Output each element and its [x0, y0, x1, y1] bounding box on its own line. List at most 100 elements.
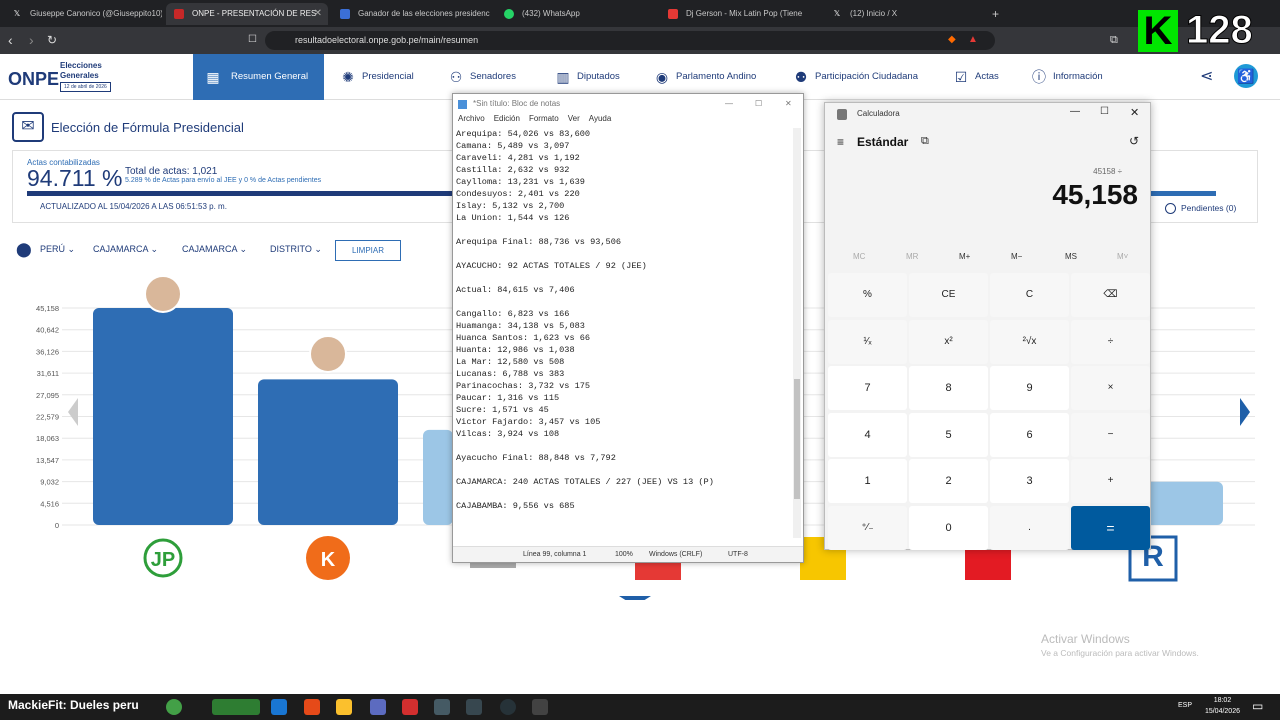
digit-9-button[interactable]: 9 — [990, 366, 1069, 410]
browser-tab-active[interactable]: ONPE - PRESENTACIÓN DE RES ✕ — [166, 3, 328, 25]
digit-6-button[interactable]: 6 — [990, 412, 1069, 457]
app-icon[interactable] — [402, 699, 418, 715]
calculator-taskbar-icon[interactable] — [466, 699, 482, 715]
divide-button[interactable]: ÷ — [1071, 319, 1150, 364]
browser-tab[interactable]: Dj Gerson - Mix Latin Pop (Tiene — [660, 3, 820, 25]
memory-button[interactable]: MS — [1065, 252, 1077, 261]
scrollbar-thumb[interactable] — [794, 379, 800, 499]
pending-radio[interactable]: Pendientes (0) — [1165, 203, 1236, 214]
back-icon[interactable]: ‹ — [8, 31, 13, 49]
digit-1-button[interactable]: 1 — [828, 459, 907, 503]
stream-viewer-count: 128 — [1186, 8, 1254, 53]
minimize-icon[interactable]: — — [1070, 106, 1080, 117]
language-indicator[interactable]: ESP — [1178, 702, 1192, 709]
filter-departamento[interactable]: CAJAMARCA ⌄ — [93, 244, 158, 255]
new-tab-button[interactable]: + — [988, 3, 1008, 25]
maximize-icon[interactable]: ☐ — [1100, 106, 1109, 117]
memory-button[interactable]: M˅ — [1117, 252, 1128, 261]
browser-tab[interactable]: Ganador de las elecciones presidenc — [332, 3, 492, 25]
onpe-logo[interactable]: ONPE — [8, 62, 59, 92]
digit-4-button[interactable]: 4 — [828, 412, 907, 457]
clock[interactable]: 18:02 15/04/2026 — [1205, 695, 1240, 717]
extensions-icon[interactable]: ⧉ — [1110, 31, 1118, 49]
notepad-titlebar[interactable]: *Sin título: Bloc de notas — ☐ ✕ — [453, 94, 803, 114]
menu-ayuda[interactable]: Ayuda — [589, 114, 612, 123]
obs-icon[interactable] — [370, 699, 386, 715]
tab-label: (432) WhatsApp — [522, 9, 580, 18]
folder-icon[interactable] — [336, 699, 352, 715]
digit-0-button[interactable]: 0 — [909, 505, 988, 550]
menu-formato[interactable]: Formato — [529, 114, 559, 123]
subtract-button[interactable]: − — [1071, 412, 1150, 457]
notepad-line: Lucanas: 6,788 vs 383 — [456, 369, 565, 379]
close-tab-icon[interactable]: ✕ — [314, 3, 322, 25]
share-icon[interactable]: ⋖ — [1200, 66, 1213, 86]
y-tick-label: 0 — [55, 521, 59, 530]
nav-actas[interactable]: ☑ Actas — [953, 54, 999, 100]
notifications-icon[interactable]: ▭ — [1252, 699, 1263, 713]
app-icon[interactable] — [532, 699, 548, 715]
brave-icon[interactable] — [304, 699, 320, 715]
menu-edicion[interactable]: Edición — [494, 114, 520, 123]
browser-tab[interactable]: 𝕏 Giuseppe Canonico (@Giuseppito10) — [4, 3, 162, 25]
reciprocal-button[interactable]: ¹⁄ₓ — [828, 319, 907, 364]
digit-2-button[interactable]: 2 — [909, 459, 988, 503]
minimize-icon[interactable]: — — [725, 94, 733, 114]
clear-filters-button[interactable]: LIMPIAR — [335, 240, 401, 261]
chart-next-arrow[interactable] — [1240, 398, 1250, 426]
nav-participacion[interactable]: ⚉ Participación Ciudadana — [793, 54, 918, 100]
browser-tab[interactable]: 𝕏 (12) Inicio / X — [824, 3, 984, 25]
clock-time: 18:02 — [1213, 697, 1232, 704]
menu-ver[interactable]: Ver — [568, 114, 580, 123]
rewards-icon[interactable]: ▲ — [968, 31, 978, 49]
digit-5-button[interactable]: 5 — [909, 412, 988, 457]
percent-button[interactable]: % — [828, 273, 907, 317]
digit-3-button[interactable]: 3 — [990, 459, 1069, 503]
close-icon[interactable]: ✕ — [785, 94, 792, 114]
notepad-text-area[interactable]: Arequipa: 54,026 vs 83,600 Camana: 5,489 … — [456, 128, 791, 538]
copilot-icon[interactable] — [271, 699, 287, 715]
nav-resumen-general[interactable]: ▦ Resumen General — [193, 54, 325, 100]
menu-archivo[interactable]: Archivo — [458, 114, 485, 123]
maximize-icon[interactable]: ☐ — [755, 94, 762, 114]
square-root-button[interactable]: ²√x — [990, 319, 1069, 364]
accessibility-icon[interactable]: ♿ — [1234, 64, 1258, 88]
url-field[interactable]: resultadoelectoral.onpe.gob.pe/main/resu… — [265, 31, 995, 50]
browser-tab[interactable]: (432) WhatsApp — [496, 3, 656, 25]
equals-button[interactable]: = — [1071, 505, 1150, 550]
chevron-down-icon: ⌄ — [239, 244, 248, 254]
negate-button[interactable]: ⁺⁄₋ — [828, 505, 907, 550]
backspace-button[interactable]: ⌫ — [1071, 273, 1150, 317]
digit-7-button[interactable]: 7 — [828, 366, 907, 410]
notepad-line: Ayacucho Final: 88,848 vs 7,792 — [456, 453, 616, 463]
filter-distrito[interactable]: DISTRITO ⌄ — [270, 244, 322, 255]
multiply-button[interactable]: × — [1071, 366, 1150, 410]
forward-icon[interactable]: › — [29, 31, 34, 49]
calculator-title: Calculadora — [857, 109, 900, 118]
xbox-icon[interactable] — [500, 699, 516, 715]
filter-pais[interactable]: PERÚ ⌄ — [40, 244, 75, 255]
history-icon[interactable]: ↺ — [1129, 134, 1139, 148]
search-widget-icon[interactable] — [212, 699, 260, 715]
keep-on-top-icon[interactable]: ⧉ — [921, 135, 929, 148]
clear-button[interactable]: C — [990, 273, 1069, 317]
menu-icon[interactable]: ≡ — [837, 135, 844, 149]
memory-button[interactable]: M+ — [959, 252, 970, 261]
nav-informacion[interactable]: ⓘ Información — [1031, 54, 1103, 100]
filter-provincia[interactable]: CAJAMARCA ⌄ — [182, 244, 247, 255]
bookmark-icon[interactable]: ☐ — [248, 31, 257, 49]
nav-presidencial[interactable]: ✺ Presidencial — [340, 54, 414, 100]
notepad-taskbar-icon[interactable] — [434, 699, 450, 715]
brave-icon[interactable]: ◆ — [948, 31, 956, 49]
decimal-button[interactable]: . — [990, 505, 1069, 550]
reload-icon[interactable]: ↻ — [47, 31, 57, 49]
memory-button[interactable]: MC — [853, 252, 865, 261]
add-button[interactable]: + — [1071, 459, 1150, 503]
square-button[interactable]: x² — [909, 319, 988, 364]
memory-button[interactable]: M− — [1011, 252, 1022, 261]
clear-entry-button[interactable]: CE — [909, 273, 988, 317]
close-icon[interactable]: ✕ — [1130, 106, 1139, 119]
chart-prev-arrow[interactable] — [68, 398, 78, 426]
digit-8-button[interactable]: 8 — [909, 366, 988, 410]
memory-button[interactable]: MR — [906, 252, 918, 261]
